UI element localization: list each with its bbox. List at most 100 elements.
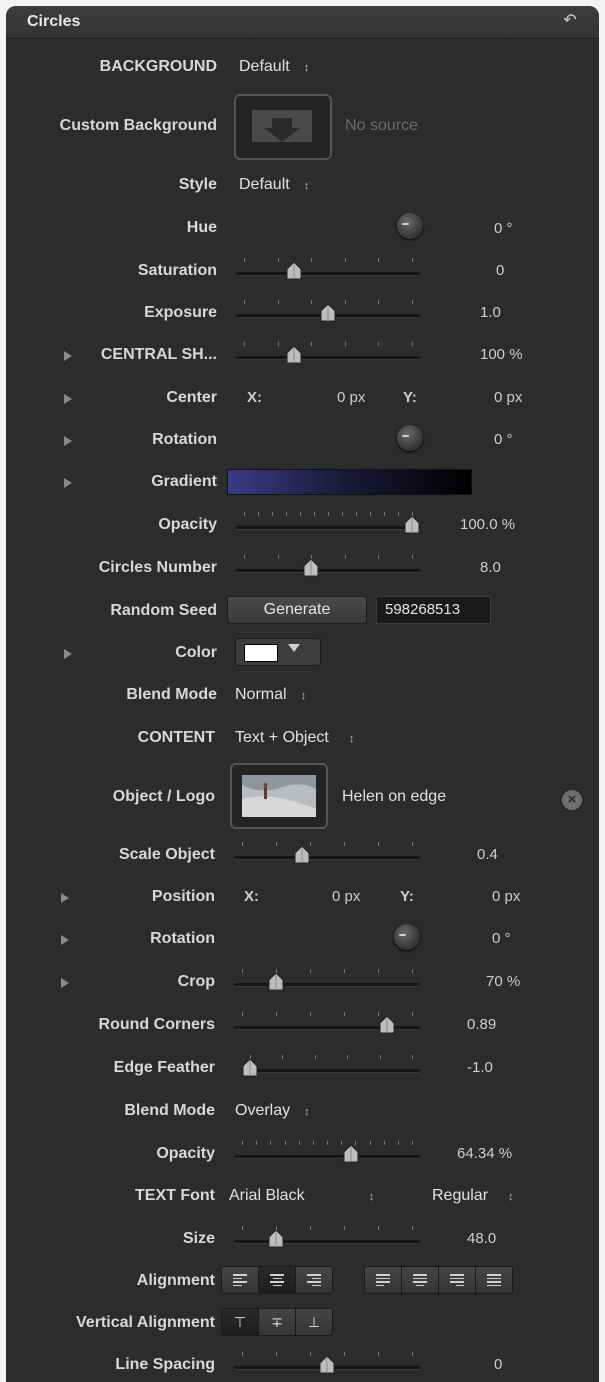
- align-center-button[interactable]: [259, 1267, 296, 1293]
- exposure-slider[interactable]: [236, 298, 420, 322]
- round-corners-value: 0.89: [467, 1016, 497, 1033]
- align-bottom-icon: ⊥: [307, 1313, 321, 1330]
- justify-center-button[interactable]: [402, 1267, 439, 1293]
- slider-thumb[interactable]: [268, 1230, 284, 1248]
- center-y-field[interactable]: 0 px: [494, 389, 522, 406]
- font-family-popup[interactable]: Arial Black ↕: [229, 1187, 374, 1205]
- saturation-label: Saturation: [137, 262, 217, 279]
- align-middle-icon: ∓: [271, 1313, 283, 1330]
- disclosure-triangle-icon[interactable]: [64, 394, 72, 404]
- size-value: 48.0: [467, 1230, 497, 1247]
- round-corners-slider[interactable]: [234, 1010, 420, 1034]
- slider-thumb[interactable]: [319, 1356, 335, 1374]
- custom-background-label: Custom Background: [59, 117, 217, 134]
- object-rotation-dial[interactable]: [394, 924, 420, 950]
- clear-object-icon[interactable]: ×: [562, 790, 582, 810]
- slider-ticks: [234, 1139, 420, 1149]
- slider-thumb[interactable]: [268, 973, 284, 991]
- background-popup[interactable]: Default ↕: [239, 58, 309, 76]
- object-opacity-label: Opacity: [156, 1145, 215, 1162]
- popup-arrows-icon: ↕: [304, 1106, 310, 1118]
- line-spacing-slider[interactable]: [234, 1350, 420, 1374]
- justify-full-button[interactable]: [476, 1267, 512, 1293]
- align-bottom-button[interactable]: ⊥: [296, 1309, 332, 1335]
- justify-center-icon: [413, 1274, 427, 1286]
- slider-thumb[interactable]: [286, 346, 302, 364]
- alignment-label: Alignment: [136, 1272, 215, 1289]
- object-thumbnail: [242, 775, 316, 817]
- circles-number-label: Circles Number: [98, 559, 217, 576]
- slider-track: [236, 356, 420, 359]
- disclosure-triangle-icon[interactable]: [64, 649, 72, 659]
- horizontal-alignment-group: [221, 1266, 333, 1294]
- crop-label: Crop: [177, 973, 215, 990]
- align-top-button[interactable]: ⊤: [222, 1309, 259, 1335]
- slider-thumb[interactable]: [379, 1016, 395, 1034]
- vertical-alignment-group: ⊤ ∓ ⊥: [221, 1308, 333, 1336]
- disclosure-triangle-icon[interactable]: [61, 893, 69, 903]
- slider-track: [234, 983, 420, 986]
- circles-number-slider[interactable]: [236, 553, 420, 577]
- color-well[interactable]: [235, 638, 321, 666]
- slider-ticks: [236, 340, 420, 350]
- slider-thumb[interactable]: [404, 516, 420, 534]
- object-logo-drop-well[interactable]: [230, 763, 328, 829]
- size-slider[interactable]: [234, 1224, 420, 1248]
- generate-button[interactable]: Generate: [227, 596, 367, 624]
- style-popup[interactable]: Default ↕: [239, 176, 309, 194]
- custom-background-drop-well[interactable]: [234, 94, 332, 160]
- content-popup[interactable]: Text + Object ↕: [235, 729, 354, 747]
- slider-thumb[interactable]: [343, 1145, 359, 1163]
- align-left-button[interactable]: [222, 1267, 259, 1293]
- disclosure-triangle-icon[interactable]: [61, 978, 69, 988]
- blend-mode-popup[interactable]: Normal ↕: [235, 686, 306, 704]
- saturation-value: 0: [496, 262, 505, 279]
- disclosure-triangle-icon[interactable]: [64, 436, 72, 446]
- disclosure-triangle-icon[interactable]: [64, 478, 72, 488]
- align-right-button[interactable]: [296, 1267, 332, 1293]
- font-style-popup[interactable]: Regular ↕: [432, 1187, 514, 1205]
- object-blend-mode-popup[interactable]: Overlay ↕: [235, 1102, 310, 1120]
- object-blend-mode-label: Blend Mode: [124, 1102, 215, 1119]
- edge-feather-label: Edge Feather: [113, 1059, 215, 1076]
- slider-thumb[interactable]: [294, 846, 310, 864]
- disclosure-triangle-icon[interactable]: [64, 351, 72, 361]
- color-swatch: [244, 644, 278, 662]
- justify-right-button[interactable]: [439, 1267, 476, 1293]
- gradient-bar[interactable]: [227, 469, 472, 495]
- slider-ticks: [234, 967, 420, 977]
- slider-thumb[interactable]: [286, 262, 302, 280]
- position-y-label: Y:: [400, 888, 414, 905]
- disclosure-triangle-icon[interactable]: [61, 935, 69, 945]
- random-seed-field[interactable]: 598268513: [376, 596, 491, 624]
- rotation-dial[interactable]: [397, 425, 423, 451]
- hue-dial[interactable]: [397, 213, 423, 239]
- opacity-label: Opacity: [158, 516, 217, 533]
- align-middle-button[interactable]: ∓: [259, 1309, 296, 1335]
- saturation-slider[interactable]: [236, 256, 420, 280]
- central-shape-value: 100 %: [480, 346, 523, 363]
- slider-track: [236, 272, 420, 275]
- slider-ticks: [236, 256, 420, 266]
- crop-slider[interactable]: [234, 967, 420, 991]
- position-x-label: X:: [244, 888, 259, 905]
- slider-thumb[interactable]: [303, 559, 319, 577]
- slider-thumb[interactable]: [242, 1059, 258, 1077]
- crop-value: 70 %: [486, 973, 521, 990]
- object-opacity-slider[interactable]: [234, 1139, 420, 1163]
- slider-thumb[interactable]: [320, 304, 336, 322]
- reset-arrow-icon[interactable]: ↶: [561, 12, 579, 30]
- justify-left-button[interactable]: [365, 1267, 402, 1293]
- position-y-field[interactable]: 0 px: [492, 888, 520, 905]
- central-shape-slider[interactable]: [236, 340, 420, 364]
- edge-feather-slider[interactable]: [242, 1053, 420, 1077]
- scale-object-value: 0.4: [477, 846, 498, 863]
- position-x-field[interactable]: 0 px: [332, 888, 360, 905]
- scale-object-slider[interactable]: [234, 840, 420, 864]
- style-label: Style: [178, 176, 217, 193]
- edge-feather-value: -1.0: [467, 1059, 493, 1076]
- opacity-slider[interactable]: [236, 510, 420, 534]
- center-x-field[interactable]: 0 px: [337, 389, 365, 406]
- center-label: Center: [166, 389, 217, 406]
- align-right-icon: [307, 1274, 321, 1286]
